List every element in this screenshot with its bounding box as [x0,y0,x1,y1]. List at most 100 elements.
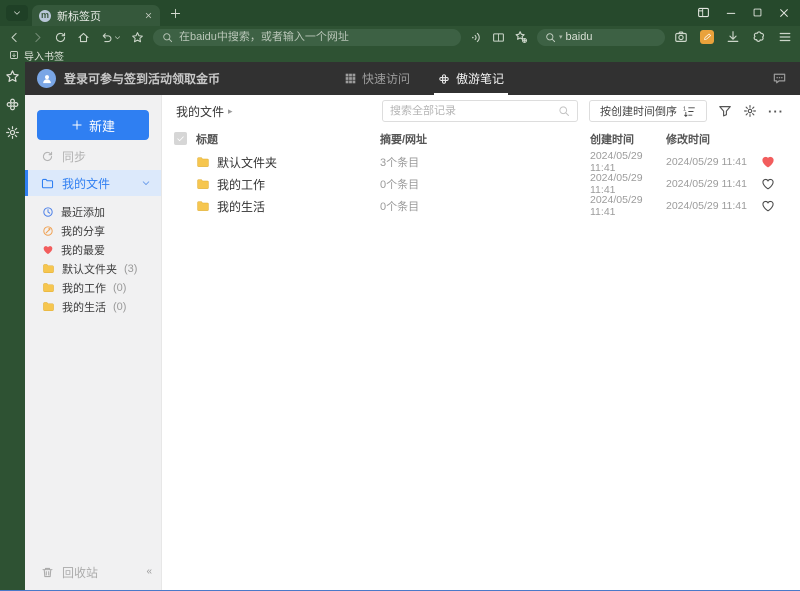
select-all-checkbox[interactable] [174,132,187,145]
column-summary[interactable]: 摘要/网址 [380,131,590,147]
chevron-down-icon [115,35,120,39]
tab-maxthon-notes[interactable]: 傲游笔记 [434,62,509,95]
item-count: (3) [124,262,138,275]
back-icon[interactable] [8,31,21,44]
sidebar-item-shares[interactable]: 我的分享 [25,221,161,240]
address-bar[interactable] [153,28,461,46]
favorite-heart-icon[interactable] [750,177,786,191]
page-tabs: 快速访问 傲游笔记 [345,62,509,95]
more-button[interactable]: ··· [768,105,784,118]
browser-toolbar: ▾ [0,26,800,48]
folder-icon [43,264,54,273]
favorite-star-icon[interactable] [131,31,144,44]
filter-button[interactable] [718,104,732,118]
close-icon[interactable] [778,7,790,19]
row-title-cell[interactable]: 我的工作 [196,176,380,193]
chevron-down-icon[interactable] [141,178,151,188]
tab-close-icon[interactable] [144,11,153,20]
tab-quick-access[interactable]: 快速访问 [345,62,410,95]
undo-button[interactable] [100,31,121,44]
new-tab-button[interactable] [170,8,181,19]
item-count: (0) [113,300,127,313]
skin-icon[interactable] [752,30,766,44]
breadcrumb[interactable]: 我的文件 ▸ [176,103,233,120]
trash-icon [42,567,53,577]
tab-label: 傲游笔记 [456,72,505,86]
maxnote-icon[interactable] [700,30,714,44]
row-created: 2024/05/29 11:41 [590,194,643,218]
rail-settings-icon[interactable] [5,125,20,140]
row-created: 2024/05/29 11:41 [590,150,643,174]
row-title-cell[interactable]: 默认文件夹 [196,154,380,171]
rail-favorites-icon[interactable] [5,69,20,84]
workspace-icon[interactable] [697,6,710,19]
row-summary: 3个条目 [380,157,420,169]
row-modified: 2024/05/29 11:41 [666,178,747,190]
folder-icon [43,283,54,292]
column-modified[interactable]: 修改时间 [666,131,750,147]
reader-mode-icon[interactable] [492,31,505,44]
sidebar-item-life-folder[interactable]: 我的生活 (0) [25,297,161,316]
favorite-heart-icon[interactable] [750,199,786,213]
home-icon[interactable] [77,31,90,44]
row-summary: 0个条目 [380,201,420,213]
recycle-bin-label: 回收站 [62,565,99,580]
forward-icon[interactable] [31,31,44,44]
tab-list-button[interactable] [6,5,28,21]
download-icon[interactable] [726,30,740,44]
table-row[interactable]: 我的工作 0个条目 2024/05/29 11:41 2024/05/29 11… [162,172,800,196]
item-label: 我的最爱 [61,244,105,257]
favorites-manager-icon[interactable] [514,30,528,44]
plus-icon [72,120,82,130]
sidebar-item-default-folder[interactable]: 默认文件夹 (3) [25,259,161,278]
sidebar-sublist: 最近添加 我的分享 我的最爱 默认文件夹 (3) 我的工作 (0) 我的生活 (… [25,202,161,316]
row-title: 我的工作 [217,177,266,192]
new-note-button[interactable]: 新建 [37,110,149,140]
avatar[interactable] [37,69,56,88]
read-aloud-icon[interactable] [470,31,483,44]
login-banner[interactable]: 登录可参与签到活动领取金币 [64,70,220,87]
sort-order-button[interactable]: 按创建时间倒序 1 [589,100,707,122]
sidebar-item-my-files[interactable]: 我的文件 [25,170,161,196]
column-title[interactable]: 标题 [196,131,380,147]
screenshot-icon[interactable] [674,30,688,44]
records-search-input[interactable] [390,105,554,117]
table-row[interactable]: 默认文件夹 3个条目 2024/05/29 11:41 2024/05/29 1… [162,150,800,174]
table-row[interactable]: 我的生活 0个条目 2024/05/29 11:41 2024/05/29 11… [162,194,800,218]
refresh-icon[interactable] [54,31,67,44]
table-header: 标题 摘要/网址 创建时间 修改时间 [162,127,800,150]
sync-button[interactable]: 同步 [25,147,161,165]
folder-icon [43,302,54,311]
quick-search-input[interactable] [565,31,636,43]
sidebar-item-work-folder[interactable]: 我的工作 (0) [25,278,161,297]
share-icon [43,225,53,236]
sidebar-item-recent[interactable]: 最近添加 [25,202,161,221]
engine-dropdown-icon[interactable]: ▾ [559,33,563,41]
settings-button[interactable] [743,104,757,118]
import-bookmarks-button[interactable]: 导入书签 [24,48,64,63]
records-search-box[interactable] [382,100,578,122]
minimize-icon[interactable] [725,7,737,19]
maximize-icon[interactable] [752,7,763,18]
new-note-label: 新建 [88,118,115,134]
sidebar-item-favorites[interactable]: 我的最爱 [25,240,161,259]
favorite-heart-icon[interactable] [750,155,786,169]
quick-search-box[interactable]: ▾ [537,28,665,46]
tab-label: 快速访问 [362,72,411,86]
filter-icon [719,106,731,117]
sort-order-label: 按创建时间倒序 [600,106,677,118]
address-input[interactable] [179,31,452,43]
row-summary: 0个条目 [380,179,420,191]
recycle-bin-button[interactable]: 回收站 [25,562,98,582]
column-created[interactable]: 创建时间 [590,131,666,147]
browser-tab[interactable]: m 新标签页 [32,5,160,26]
import-bookmarks-icon [10,51,18,59]
item-count: (0) [113,281,127,294]
notes-clover-icon [439,73,449,84]
folder-icon [197,201,209,211]
rail-notes-icon[interactable] [5,97,20,112]
collapse-sidebar-button[interactable]: « [146,566,152,577]
menu-icon[interactable] [778,30,792,44]
feedback-icon[interactable] [772,71,787,86]
row-title-cell[interactable]: 我的生活 [196,198,380,215]
